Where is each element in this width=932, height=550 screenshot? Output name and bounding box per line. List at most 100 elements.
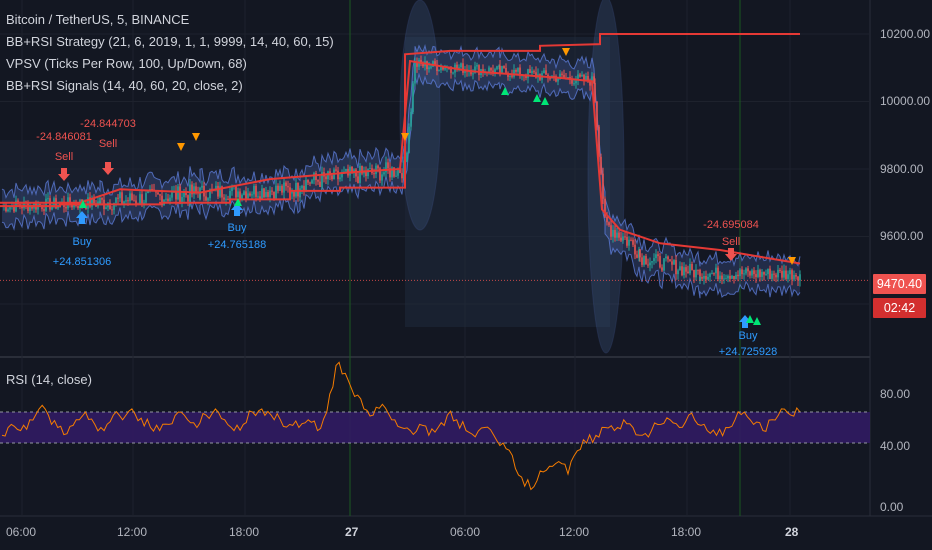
candle-body [679, 266, 681, 271]
candle-body [397, 169, 399, 176]
candle-body [783, 270, 785, 278]
candle-body [703, 275, 705, 279]
candle-body [693, 269, 695, 278]
rsi-tick-40: 40.00 [880, 439, 911, 453]
last-price-tag: 9470.40 [873, 274, 926, 294]
candle-body [472, 73, 474, 75]
candle-body [145, 193, 147, 203]
candle-body [785, 270, 787, 279]
candle-body [695, 269, 697, 278]
candle-body [575, 80, 577, 84]
candle-body [159, 194, 161, 196]
candle-body [509, 75, 511, 77]
candle-body [335, 169, 337, 171]
time-tick-day-28: 28 [785, 525, 799, 539]
candle-body [357, 176, 359, 183]
candle-body [503, 66, 505, 68]
candle-body [533, 71, 535, 73]
candle-body [265, 192, 267, 198]
candle-body [719, 275, 721, 280]
candle-body [235, 185, 237, 198]
candle-body [624, 236, 626, 238]
candle-body [313, 173, 315, 181]
candle-body [767, 268, 769, 275]
candle-body [438, 70, 440, 72]
buy-signal-1-label: Buy [72, 236, 92, 248]
candle-body [161, 195, 163, 206]
candle-body [757, 269, 759, 277]
candle-body [596, 101, 598, 127]
candle-body [307, 179, 309, 183]
candle-body [689, 263, 691, 274]
candle-body [301, 185, 303, 189]
candle-body [761, 272, 763, 277]
candle-body [65, 206, 67, 209]
candle-body [339, 177, 341, 180]
candle-body [545, 70, 547, 75]
candle-body [739, 269, 741, 277]
candle-body [789, 270, 791, 275]
candle-body [293, 191, 295, 197]
time-tick-1800-b: 18:00 [671, 525, 702, 539]
time-tick-0600: 06:00 [6, 525, 37, 539]
candle-body [727, 275, 729, 279]
candle-body [505, 67, 507, 73]
candle-body [135, 200, 137, 204]
candle-body [412, 83, 414, 112]
candle-body [297, 182, 299, 197]
candle-body [331, 175, 333, 180]
candle-body [571, 79, 573, 84]
buy-signal-2-value: +24.765188 [207, 239, 267, 251]
candle-body [249, 193, 251, 196]
candle-body [295, 182, 297, 197]
candle-body [317, 179, 319, 182]
indicator-rsi: RSI (14, close) [6, 372, 92, 387]
candle-body [671, 261, 673, 265]
candle-body [529, 69, 531, 73]
candle-body [127, 200, 129, 202]
candle-body [478, 65, 480, 76]
candle-body [460, 63, 462, 68]
candle-body [737, 274, 739, 277]
candle-body [775, 274, 777, 278]
candle-body [444, 67, 446, 70]
candle-body [217, 185, 219, 197]
candle-body [501, 66, 503, 73]
candle-body [531, 71, 533, 73]
candle-body [705, 275, 707, 280]
candle-body [657, 254, 659, 257]
candle-body [496, 66, 498, 70]
sell-signal-3-label: Sell [721, 236, 741, 248]
candle-body [430, 66, 432, 68]
candle-body [381, 174, 383, 181]
indicator-bb-rsi-signals: BB+RSI Signals (14, 40, 60, 20, close, 2… [6, 78, 243, 93]
candle-body [511, 75, 513, 77]
candle-body [799, 274, 801, 281]
symbol-title: Bitcoin / TetherUS, 5, BINANCE [6, 12, 190, 27]
candle-body [667, 256, 669, 260]
sell-signal-2-value: -24.844703 [80, 118, 136, 130]
candle-body [199, 187, 201, 200]
candle-body [251, 194, 253, 196]
candle-body [763, 272, 765, 275]
buy-signal-3-label: Buy [738, 330, 758, 342]
candle-body [349, 166, 351, 176]
candle-body [49, 198, 51, 210]
candle-body [608, 222, 610, 226]
candle-body [743, 273, 745, 275]
candle-body [717, 267, 719, 280]
candle-body [729, 275, 731, 279]
candle-body [165, 198, 167, 200]
candle-body [649, 262, 651, 266]
candle-body [733, 275, 735, 279]
time-tick-1200-b: 12:00 [559, 525, 590, 539]
candle-body [241, 194, 243, 199]
candle-body [283, 182, 285, 193]
candle-body [685, 267, 687, 272]
sell-signal-1-value: -24.846081 [36, 131, 92, 143]
candle-body [735, 274, 737, 279]
candle-body [669, 259, 671, 262]
candle-body [747, 268, 749, 272]
candle-body [681, 266, 683, 276]
candle-body [797, 276, 799, 281]
